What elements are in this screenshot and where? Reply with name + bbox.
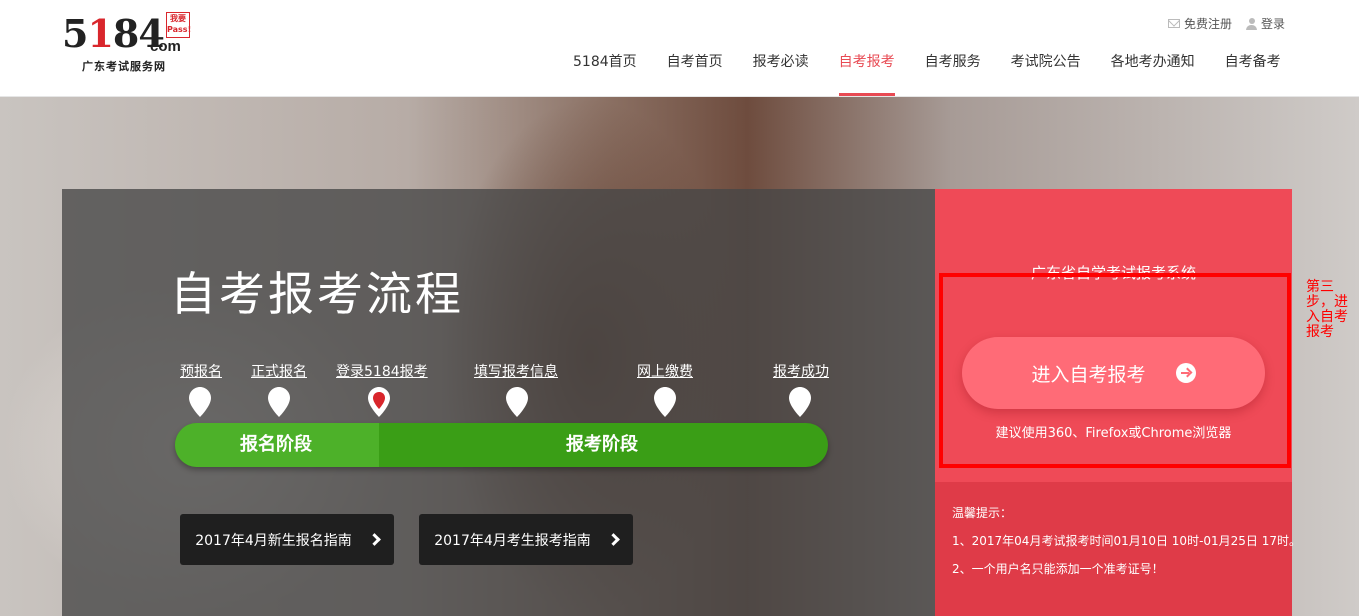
page-title: 自考报考流程 (170, 267, 464, 321)
logo-stamp: 我要Pass! (166, 12, 191, 38)
step-fill-info[interactable]: 填写报考信息 (474, 361, 558, 381)
register-link[interactable]: 免费注册 (1167, 15, 1232, 32)
annotation-highlight-box (939, 273, 1291, 468)
tip-item: 1、2017年04月考试报考时间01月10日 10时-01月25日 17时。 (952, 534, 1302, 548)
nav-item-must-read[interactable]: 报考必读 (738, 44, 824, 96)
map-pin-icon (505, 386, 529, 418)
mail-icon (1167, 19, 1180, 28)
tips-title: 温馨提示： (952, 506, 1013, 520)
logo-subtitle: 广东考试服务网 (82, 60, 166, 73)
logo-mark: 5184 (62, 11, 165, 56)
step-payment[interactable]: 网上缴费 (637, 361, 693, 381)
new-student-guide-button[interactable]: 2017年4月新生报名指南 (180, 514, 394, 565)
top-links: 免费注册 登录 (1167, 15, 1285, 32)
register-label: 免费注册 (1183, 17, 1232, 31)
step-formal-register[interactable]: 正式报名 (251, 361, 307, 381)
tip-item: 2、一个用户名只能添加一个准考证号！ (952, 562, 1164, 576)
step-success[interactable]: 报考成功 (773, 361, 829, 381)
nav-item-exam-prep[interactable]: 自考备考 (1210, 44, 1296, 96)
nav-item-registration[interactable]: 自考报考 (824, 44, 910, 96)
user-icon (1245, 17, 1257, 30)
logo-domain: com (150, 38, 181, 55)
nav-item-services[interactable]: 自考服务 (910, 44, 996, 96)
new-student-guide-label: 2017年4月新生报名指南 (195, 532, 352, 549)
nav-item-home[interactable]: 5184首页 (558, 44, 652, 96)
site-header: 5184 我要Pass! com 广东考试服务网 免费注册 登录 5184首页 … (0, 0, 1359, 97)
site-logo[interactable]: 5184 我要Pass! com 广东考试服务网 (62, 12, 197, 78)
annotation-text: 第三步，进入自考报考 (1306, 279, 1348, 340)
stage-bar: 报名阶段 报考阶段 (175, 423, 828, 467)
map-pin-icon (788, 386, 812, 418)
map-pin-icon (188, 386, 212, 418)
step-pre-register[interactable]: 预报名 (180, 361, 222, 381)
login-label: 登录 (1260, 17, 1285, 31)
main-nav: 5184首页 自考首页 报考必读 自考报考 自考服务 考试院公告 各地考办通知 … (558, 44, 1296, 96)
nav-item-zikao-home[interactable]: 自考首页 (652, 44, 738, 96)
stage-apply-label: 报考阶段 (566, 434, 638, 455)
login-link[interactable]: 登录 (1245, 15, 1285, 32)
step-login-5184[interactable]: 登录5184报考 (336, 361, 428, 381)
nav-item-announcements[interactable]: 考试院公告 (996, 44, 1096, 96)
chevron-right-icon (367, 533, 381, 546)
exam-guide-button[interactable]: 2017年4月考生报考指南 (419, 514, 633, 565)
map-pin-icon (267, 386, 291, 418)
chevron-right-icon (606, 533, 620, 546)
map-pin-active-icon (367, 386, 391, 418)
map-pin-icon (653, 386, 677, 418)
tips-panel (935, 482, 1292, 616)
nav-item-local-notices[interactable]: 各地考办通知 (1096, 44, 1210, 96)
exam-guide-label: 2017年4月考生报考指南 (434, 532, 591, 549)
stage-register-label: 报名阶段 (240, 434, 312, 455)
